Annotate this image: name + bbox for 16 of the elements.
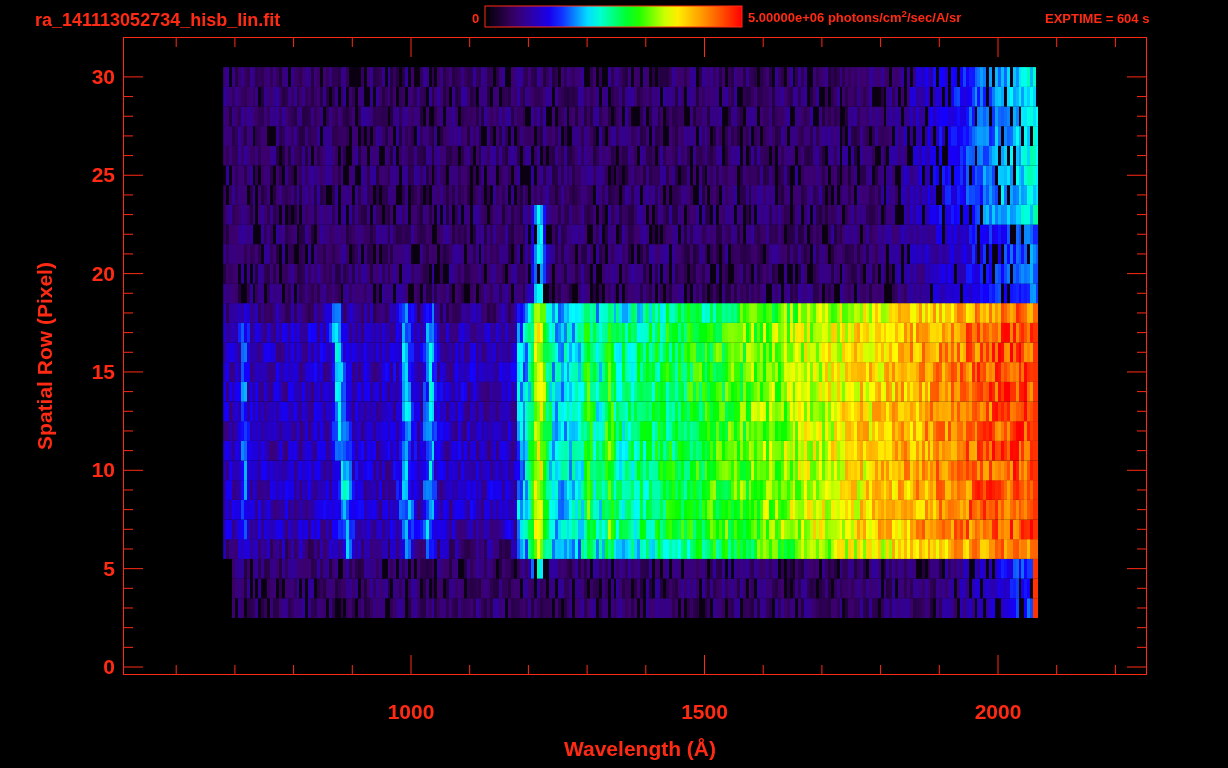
- y-axis-title: Spatial Row (Pixel): [33, 262, 55, 450]
- y-tick-label: 20: [91, 262, 115, 284]
- x-tick-label: 2000: [974, 701, 1022, 722]
- y-tick-label: 25: [91, 164, 115, 186]
- y-tick-label: 15: [91, 360, 115, 382]
- y-tick-label: 10: [91, 459, 115, 481]
- y-tick-label: 30: [91, 65, 115, 87]
- x-tick-label: 1000: [387, 701, 435, 722]
- colorbar-max-label: 5.00000e+06 photons/cm$^{2}$/sec/A/sr: [748, 11, 962, 24]
- x-tick-label: 1500: [681, 701, 728, 722]
- x-axis-title: Wavelength (Å): [563, 738, 717, 759]
- y-tick-label: 0: [103, 656, 115, 677]
- y-tick-label: 5: [103, 557, 115, 579]
- colorbar-min-label: 0: [472, 12, 480, 25]
- exposure-time: EXPTIME = 604 s: [1045, 12, 1150, 25]
- file-title: ra_141113052734_hisb_lin.fit: [35, 11, 281, 29]
